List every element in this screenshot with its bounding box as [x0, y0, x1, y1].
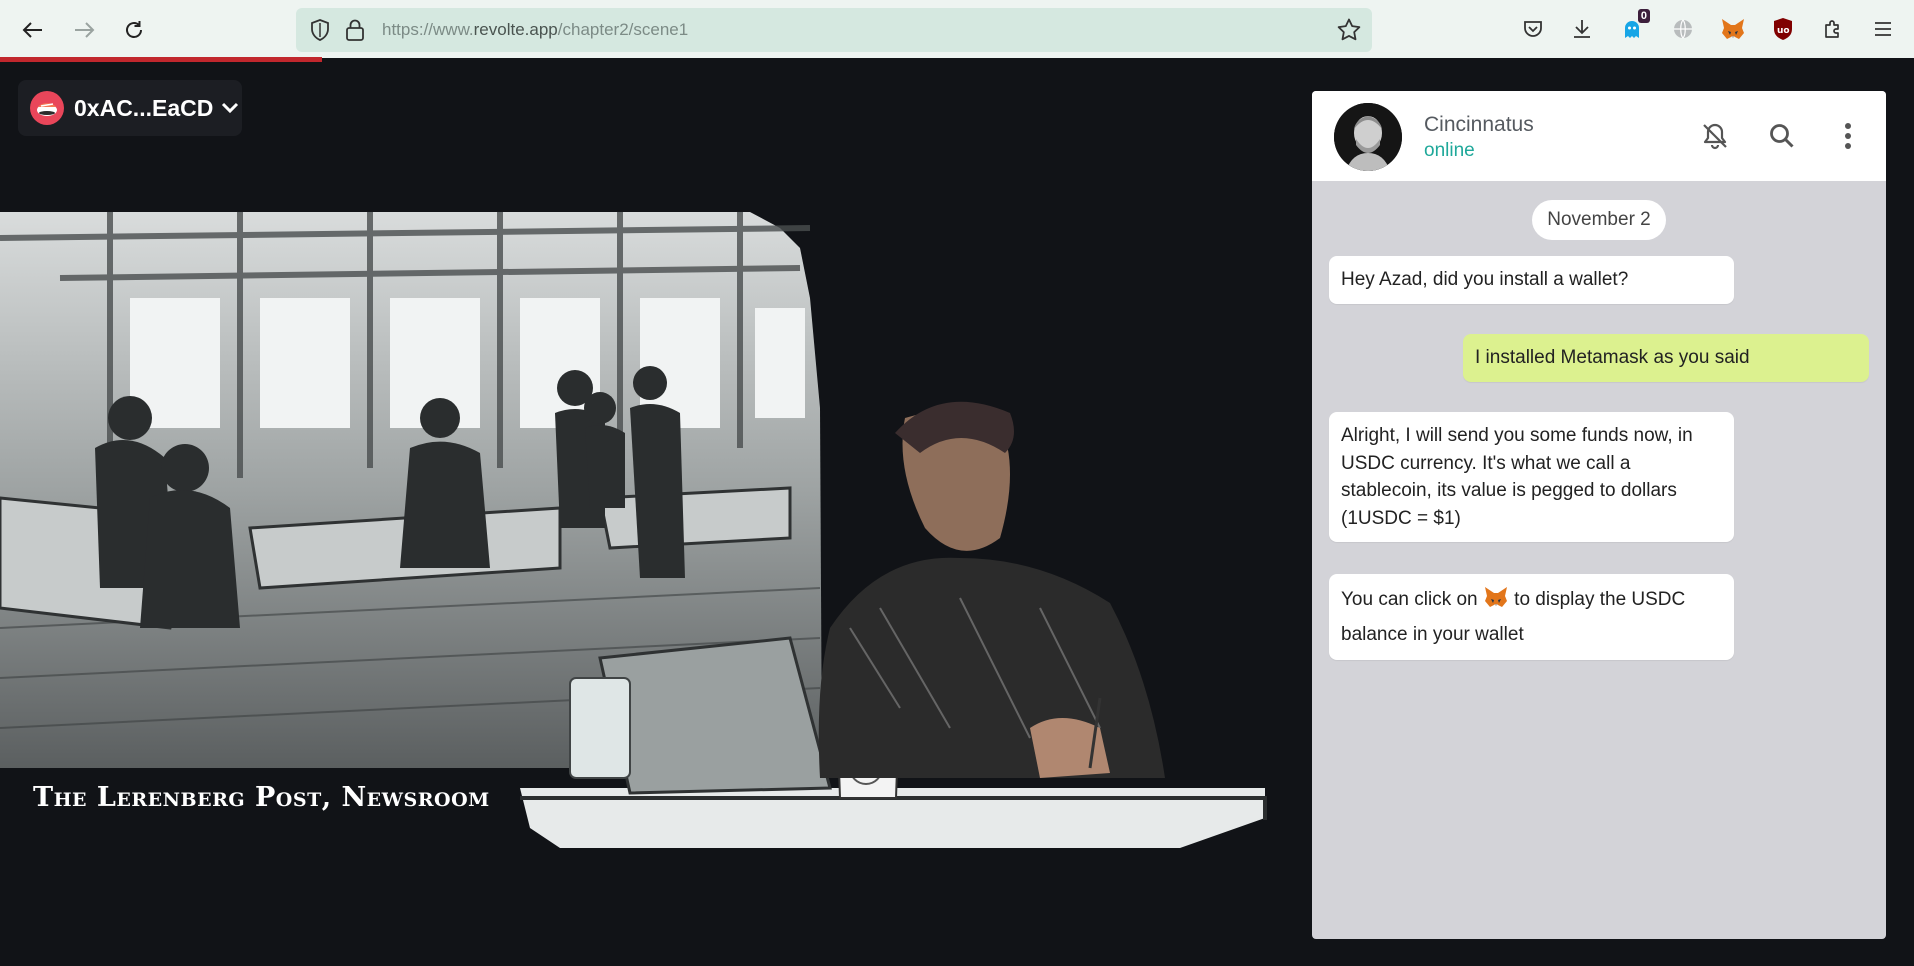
- pocket-button[interactable]: [1517, 13, 1549, 45]
- lock-icon[interactable]: [344, 18, 366, 42]
- message-incoming: Hey Azad, did you install a wallet?: [1329, 256, 1734, 304]
- chat-options-button[interactable]: [1830, 118, 1866, 154]
- search-chat-button[interactable]: [1764, 118, 1800, 154]
- back-button[interactable]: [15, 12, 51, 48]
- message-incoming: Alright, I will send you some funds now,…: [1329, 412, 1734, 542]
- metamask-fox-icon[interactable]: [1483, 585, 1509, 619]
- url-host: revolte.app: [473, 20, 558, 39]
- message-text-before: You can click on: [1341, 589, 1478, 610]
- wallet-address: 0xAC...EaCD: [74, 94, 214, 121]
- wallet-account-button[interactable]: 0xAC...EaCD: [18, 80, 242, 136]
- chat-header: Cincinnatus online: [1312, 91, 1886, 181]
- sushi-logo-icon: [30, 91, 64, 125]
- globe-extension-button[interactable]: [1667, 13, 1699, 45]
- bookmark-star-icon[interactable]: [1336, 17, 1362, 43]
- scene-title: The Lerenberg Post, Newsroom: [33, 782, 490, 813]
- message-text: I installed Metamask as you said: [1475, 347, 1750, 368]
- download-icon: [1574, 20, 1590, 38]
- downloads-button[interactable]: [1566, 13, 1598, 45]
- message-text: Alright, I will send you some funds now,…: [1341, 425, 1693, 529]
- ublock-icon: uo: [1774, 18, 1792, 40]
- shield-icon[interactable]: [308, 18, 332, 42]
- chat-panel: Cincinnatus online November 2 Hey Azad, …: [1312, 91, 1886, 939]
- bell-off-icon: [1703, 123, 1727, 150]
- page-load-progress-bar: [0, 57, 322, 62]
- url-prefix: https://www.: [382, 20, 474, 39]
- date-separator: November 2: [1532, 200, 1666, 240]
- globe-icon: [1674, 19, 1692, 39]
- reload-icon: [126, 21, 142, 38]
- menu-hamburger-icon: [1875, 22, 1891, 36]
- search-icon: [1770, 124, 1794, 148]
- contact-name: Cincinnatus: [1424, 113, 1534, 136]
- back-arrow-icon: [22, 22, 42, 38]
- message-incoming: You can click on to display the USDC bal…: [1329, 574, 1734, 660]
- message-text: Hey Azad, did you install a wallet?: [1341, 269, 1629, 290]
- mute-notifications-button[interactable]: [1697, 118, 1733, 154]
- extension-badge: 0: [1637, 9, 1650, 23]
- address-bar[interactable]: https://www.revolte.app/chapter2/scene1: [296, 8, 1372, 52]
- ghost-extension-button[interactable]: 0: [1616, 9, 1650, 45]
- newsroom-scene-illustration: [0, 212, 1267, 848]
- browser-toolbar: https://www.revolte.app/chapter2/scene1 …: [0, 0, 1914, 58]
- app-menu-button[interactable]: [1867, 13, 1899, 45]
- message-outgoing: I installed Metamask as you said: [1463, 334, 1869, 382]
- reload-button[interactable]: [116, 12, 152, 48]
- metamask-extension-button[interactable]: [1717, 13, 1749, 45]
- forward-arrow-icon: [75, 22, 95, 38]
- extensions-button[interactable]: [1817, 13, 1849, 45]
- url-text[interactable]: https://www.revolte.app/chapter2/scene1: [382, 20, 688, 40]
- contact-avatar[interactable]: [1334, 103, 1402, 171]
- pocket-icon: [1524, 21, 1542, 37]
- more-vertical-icon: [1845, 123, 1851, 149]
- forward-button[interactable]: [66, 12, 102, 48]
- svg-text:uo: uo: [1777, 26, 1790, 36]
- contact-status: online: [1424, 140, 1475, 161]
- ublock-extension-button[interactable]: uo: [1767, 13, 1799, 45]
- metamask-fox-icon: [1722, 19, 1744, 39]
- url-path: /chapter2/scene1: [557, 20, 689, 39]
- extensions-puzzle-icon: [1825, 20, 1839, 38]
- chevron-down-icon: [222, 102, 239, 114]
